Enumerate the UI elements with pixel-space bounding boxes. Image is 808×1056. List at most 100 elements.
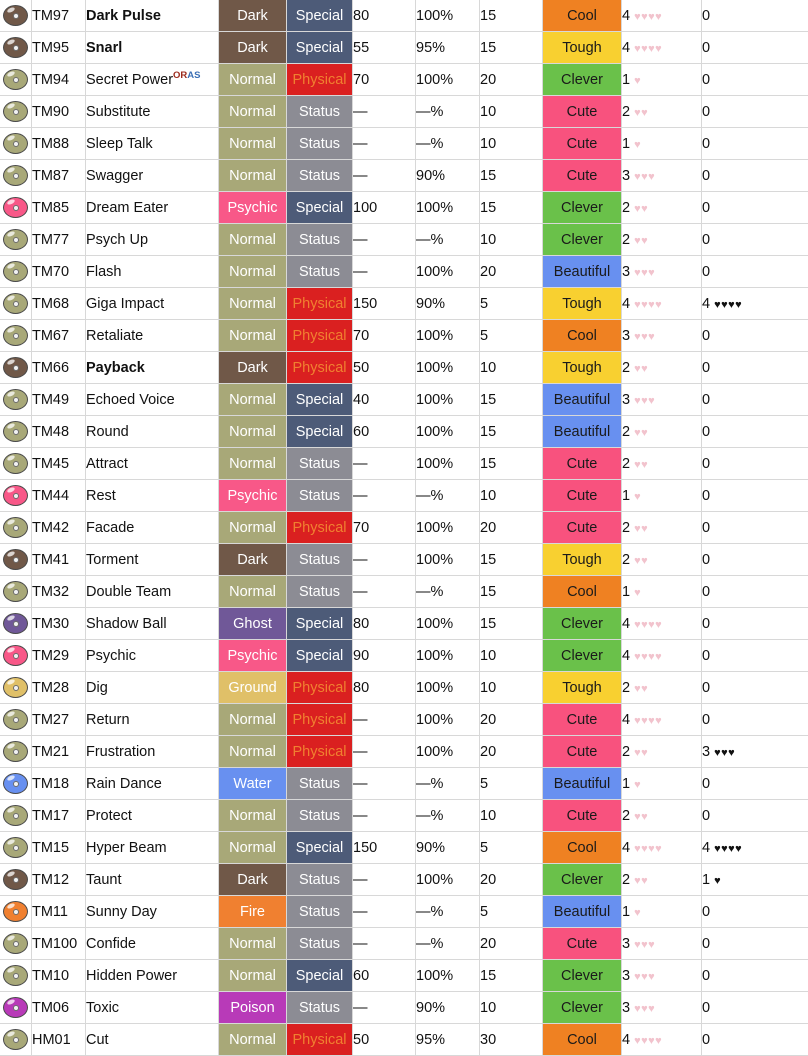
move-name[interactable]: Psych Up xyxy=(86,224,219,256)
move-category[interactable]: Status xyxy=(287,160,353,192)
move-category[interactable]: Status xyxy=(287,576,353,608)
move-type[interactable]: Normal xyxy=(219,256,287,288)
move-category[interactable]: Status xyxy=(287,544,353,576)
move-type[interactable]: Normal xyxy=(219,288,287,320)
move-category[interactable]: Special xyxy=(287,832,353,864)
table-row[interactable]: TM28DigGroundPhysical80100%10Tough2♥♥0 xyxy=(0,672,808,704)
move-type[interactable]: Poison xyxy=(219,992,287,1024)
table-row[interactable]: TM10Hidden PowerNormalSpecial60100%15Cle… xyxy=(0,960,808,992)
contest-condition[interactable]: Beautiful xyxy=(543,256,622,288)
move-name[interactable]: Toxic xyxy=(86,992,219,1024)
move-type[interactable]: Dark xyxy=(219,544,287,576)
contest-condition[interactable]: Clever xyxy=(543,640,622,672)
move-name[interactable]: Protect xyxy=(86,800,219,832)
move-type[interactable]: Psychic xyxy=(219,192,287,224)
move-category[interactable]: Status xyxy=(287,800,353,832)
move-type[interactable]: Dark xyxy=(219,32,287,64)
table-row[interactable]: TM21FrustrationNormalPhysical—100%20Cute… xyxy=(0,736,808,768)
table-row[interactable]: TM17ProtectNormalStatus——%10Cute2♥♥0 xyxy=(0,800,808,832)
table-row[interactable]: TM95SnarlDarkSpecial5595%15Tough4♥♥♥♥0 xyxy=(0,32,808,64)
move-category[interactable]: Status xyxy=(287,256,353,288)
move-category[interactable]: Special xyxy=(287,32,353,64)
table-row[interactable]: HM01CutNormalPhysical5095%30Cool4♥♥♥♥0 xyxy=(0,1024,808,1056)
table-row[interactable]: TM18Rain DanceWaterStatus——%5Beautiful1♥… xyxy=(0,768,808,800)
table-row[interactable]: TM49Echoed VoiceNormalSpecial40100%15Bea… xyxy=(0,384,808,416)
table-row[interactable]: TM87SwaggerNormalStatus—90%15Cute3♥♥♥0 xyxy=(0,160,808,192)
move-name[interactable]: Payback xyxy=(86,352,219,384)
contest-condition[interactable]: Clever xyxy=(543,192,622,224)
move-name[interactable]: Sunny Day xyxy=(86,896,219,928)
move-name[interactable]: Retaliate xyxy=(86,320,219,352)
table-row[interactable]: TM97Dark PulseDarkSpecial80100%15Cool4♥♥… xyxy=(0,0,808,32)
table-row[interactable]: TM66PaybackDarkPhysical50100%10Tough2♥♥0 xyxy=(0,352,808,384)
move-type[interactable]: Normal xyxy=(219,96,287,128)
table-row[interactable]: TM44RestPsychicStatus——%10Cute1♥0 xyxy=(0,480,808,512)
move-name[interactable]: Torment xyxy=(86,544,219,576)
move-name[interactable]: Shadow Ball xyxy=(86,608,219,640)
table-row[interactable]: TM100ConfideNormalStatus——%20Cute3♥♥♥0 xyxy=(0,928,808,960)
move-name[interactable]: Rain Dance xyxy=(86,768,219,800)
contest-condition[interactable]: Cute xyxy=(543,928,622,960)
move-name[interactable]: Dig xyxy=(86,672,219,704)
move-category[interactable]: Physical xyxy=(287,320,353,352)
move-name[interactable]: Hidden Power xyxy=(86,960,219,992)
move-type[interactable]: Normal xyxy=(219,448,287,480)
move-name[interactable]: Psychic xyxy=(86,640,219,672)
move-category[interactable]: Status xyxy=(287,128,353,160)
move-name[interactable]: Attract xyxy=(86,448,219,480)
contest-condition[interactable]: Clever xyxy=(543,864,622,896)
move-category[interactable]: Status xyxy=(287,928,353,960)
contest-condition[interactable]: Cute xyxy=(543,800,622,832)
table-row[interactable]: TM11Sunny DayFireStatus——%5Beautiful1♥0 xyxy=(0,896,808,928)
move-type[interactable]: Psychic xyxy=(219,640,287,672)
move-category[interactable]: Physical xyxy=(287,512,353,544)
table-row[interactable]: TM32Double TeamNormalStatus——%15Cool1♥0 xyxy=(0,576,808,608)
move-type[interactable]: Normal xyxy=(219,224,287,256)
move-type[interactable]: Normal xyxy=(219,1024,287,1056)
contest-condition[interactable]: Cute xyxy=(543,96,622,128)
contest-condition[interactable]: Clever xyxy=(543,960,622,992)
move-name[interactable]: Facade xyxy=(86,512,219,544)
move-category[interactable]: Status xyxy=(287,864,353,896)
move-type[interactable]: Dark xyxy=(219,352,287,384)
move-type[interactable]: Normal xyxy=(219,576,287,608)
table-row[interactable]: TM77Psych UpNormalStatus——%10Clever2♥♥0 xyxy=(0,224,808,256)
move-name[interactable]: Dream Eater xyxy=(86,192,219,224)
contest-condition[interactable]: Cool xyxy=(543,320,622,352)
table-row[interactable]: TM48RoundNormalSpecial60100%15Beautiful2… xyxy=(0,416,808,448)
move-name[interactable]: Rest xyxy=(86,480,219,512)
move-name[interactable]: Double Team xyxy=(86,576,219,608)
contest-condition[interactable]: Beautiful xyxy=(543,416,622,448)
move-type[interactable]: Normal xyxy=(219,160,287,192)
contest-condition[interactable]: Cute xyxy=(543,160,622,192)
move-name[interactable]: Dark Pulse xyxy=(86,0,219,32)
move-name[interactable]: Confide xyxy=(86,928,219,960)
contest-condition[interactable]: Cute xyxy=(543,480,622,512)
move-type[interactable]: Normal xyxy=(219,736,287,768)
table-row[interactable]: TM42FacadeNormalPhysical70100%20Cute2♥♥0 xyxy=(0,512,808,544)
move-name[interactable]: Echoed Voice xyxy=(86,384,219,416)
move-type[interactable]: Normal xyxy=(219,704,287,736)
contest-condition[interactable]: Cute xyxy=(543,704,622,736)
move-category[interactable]: Status xyxy=(287,768,353,800)
move-name[interactable]: Round xyxy=(86,416,219,448)
move-category[interactable]: Status xyxy=(287,992,353,1024)
contest-condition[interactable]: Clever xyxy=(543,224,622,256)
move-type[interactable]: Normal xyxy=(219,928,287,960)
move-type[interactable]: Normal xyxy=(219,960,287,992)
move-type[interactable]: Ghost xyxy=(219,608,287,640)
contest-condition[interactable]: Cool xyxy=(543,576,622,608)
move-category[interactable]: Status xyxy=(287,224,353,256)
move-category[interactable]: Status xyxy=(287,448,353,480)
contest-condition[interactable]: Tough xyxy=(543,288,622,320)
table-row[interactable]: TM85Dream EaterPsychicSpecial100100%15Cl… xyxy=(0,192,808,224)
move-category[interactable]: Special xyxy=(287,608,353,640)
move-name[interactable]: Giga Impact xyxy=(86,288,219,320)
move-category[interactable]: Special xyxy=(287,0,353,32)
move-type[interactable]: Normal xyxy=(219,832,287,864)
contest-condition[interactable]: Beautiful xyxy=(543,896,622,928)
move-category[interactable]: Special xyxy=(287,192,353,224)
table-row[interactable]: TM90SubstituteNormalStatus——%10Cute2♥♥0 xyxy=(0,96,808,128)
move-name[interactable]: Return xyxy=(86,704,219,736)
table-row[interactable]: TM70FlashNormalStatus—100%20Beautiful3♥♥… xyxy=(0,256,808,288)
